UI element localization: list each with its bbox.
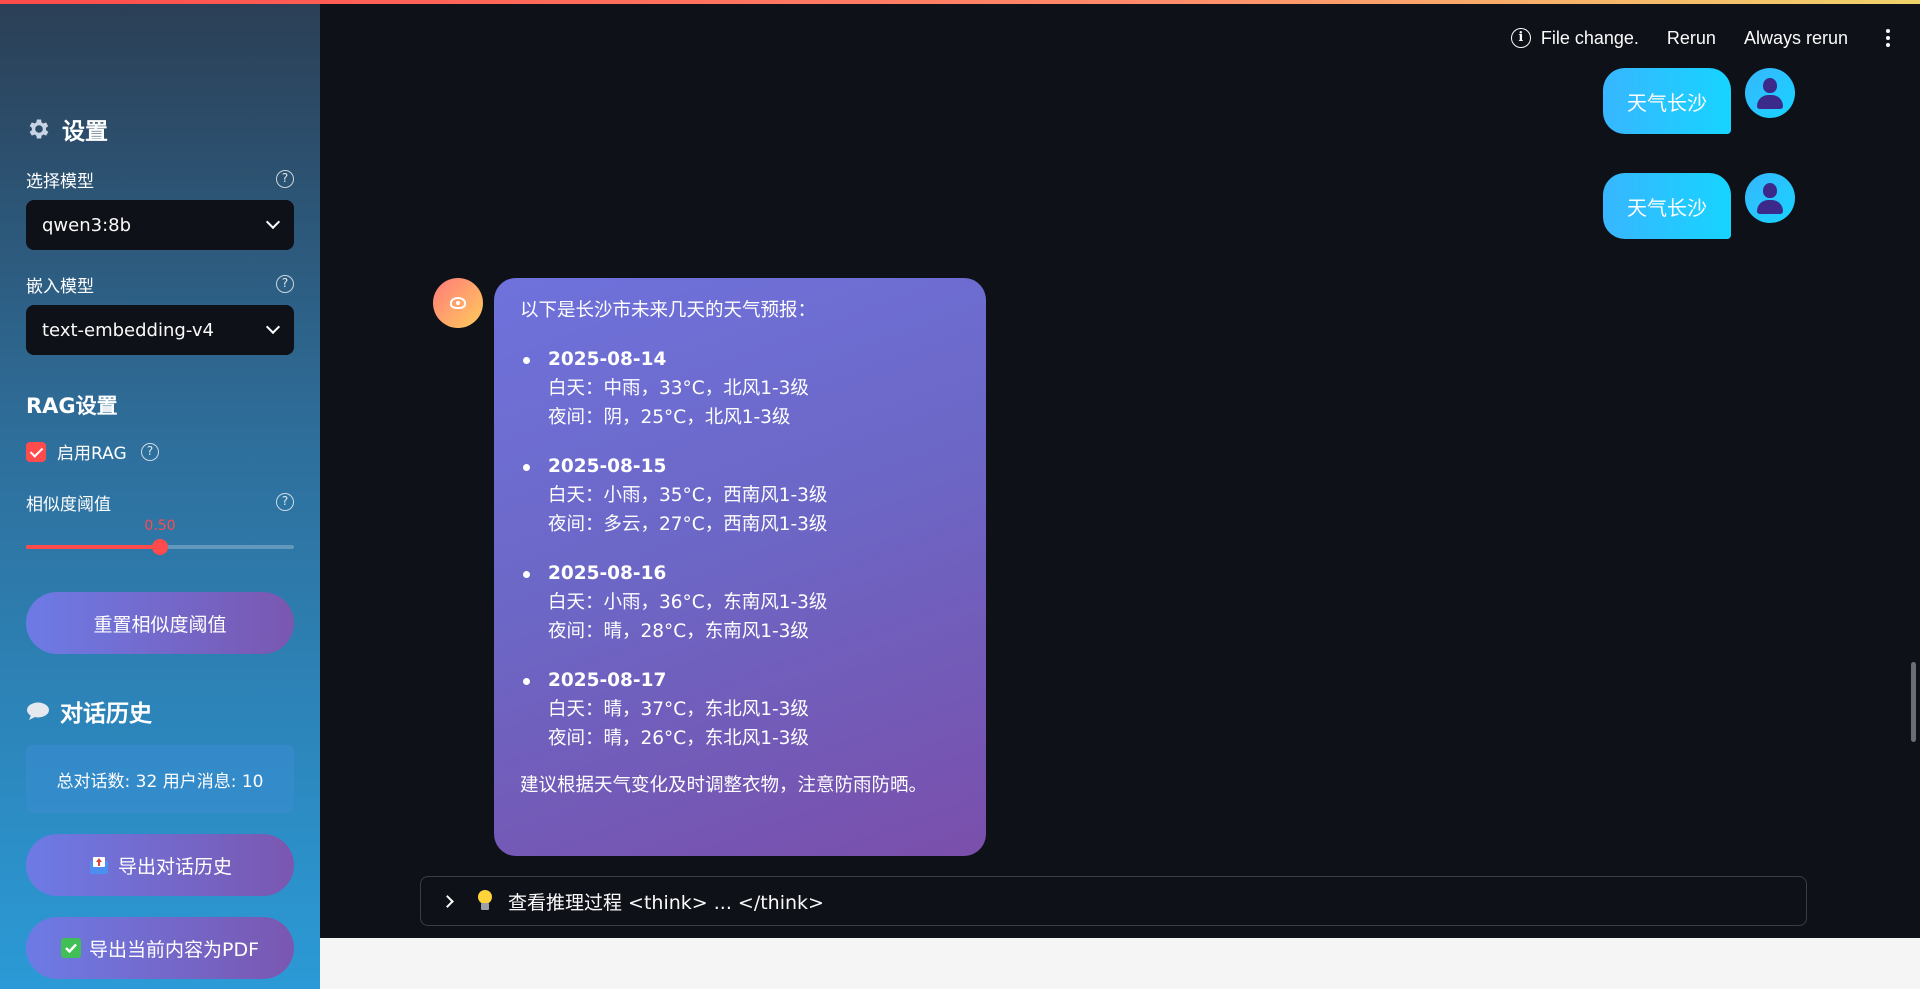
model-label: 选择模型 bbox=[26, 172, 94, 192]
chat-input-area bbox=[320, 938, 1920, 989]
history-stats: 总对话数: 32 用户消息: 10 bbox=[26, 745, 294, 813]
list-item: 2025-08-16 白天：小雨，36°C，东南风1-3级 夜间：晴，28°C，… bbox=[520, 559, 960, 646]
rag-enable-label: 启用RAG bbox=[57, 444, 127, 464]
file-change-status: i File change. bbox=[1510, 28, 1639, 49]
export-history-button[interactable]: 导出对话历史 bbox=[26, 834, 294, 896]
outbox-icon bbox=[89, 857, 108, 874]
user-message: 天气长沙 bbox=[1603, 173, 1731, 239]
embed-label: 嵌入模型 bbox=[26, 277, 94, 297]
chevron-right-icon bbox=[441, 894, 454, 908]
scrollbar[interactable] bbox=[1911, 662, 1916, 742]
user-message: 天气长沙 bbox=[1603, 68, 1731, 134]
always-rerun-button[interactable]: Always rerun bbox=[1744, 28, 1848, 49]
chevron-down-icon bbox=[265, 319, 281, 335]
app-header: i File change. Rerun Always rerun bbox=[320, 4, 1920, 72]
history-title: 对话历史 bbox=[26, 694, 152, 728]
eye-icon bbox=[450, 297, 466, 309]
assistant-message: 以下是长沙市未来几天的天气预报： 2025-08-14 白天：中雨，33°C，北… bbox=[494, 278, 986, 856]
top-decoration-bar bbox=[0, 0, 1920, 4]
light-bulb-icon bbox=[476, 890, 494, 912]
help-icon[interactable]: ? bbox=[276, 170, 294, 188]
list-item: 2025-08-14 白天：中雨，33°C，北风1-3级 夜间：阴，25°C，北… bbox=[520, 345, 960, 432]
threshold-value: 0.50 bbox=[144, 518, 176, 534]
embed-select[interactable]: text-embedding-v4 bbox=[26, 305, 294, 355]
check-mark-icon bbox=[60, 938, 81, 958]
reasoning-expander-label: 查看推理过程 <think> ... </think> bbox=[508, 891, 824, 914]
forecast-list: 2025-08-14 白天：中雨，33°C，北风1-3级 夜间：阴，25°C，北… bbox=[520, 345, 960, 753]
model-select-value: qwen3:8b bbox=[42, 214, 132, 236]
threshold-slider[interactable] bbox=[26, 539, 294, 555]
slider-fill bbox=[26, 545, 160, 549]
help-icon[interactable]: ? bbox=[141, 443, 159, 461]
help-icon[interactable]: ? bbox=[276, 275, 294, 293]
user-avatar bbox=[1745, 68, 1795, 118]
model-select[interactable]: qwen3:8b bbox=[26, 200, 294, 250]
threshold-label: 相似度阈值 bbox=[26, 495, 111, 515]
settings-title: 设置 bbox=[26, 112, 108, 146]
export-pdf-button[interactable]: 导出当前内容为PDF bbox=[26, 917, 294, 979]
assistant-intro: 以下是长沙市未来几天的天气预报： bbox=[520, 300, 817, 321]
list-item: 2025-08-17 白天：晴，37°C，东北风1-3级 夜间：晴，26°C，东… bbox=[520, 666, 960, 753]
rag-title: RAG设置 bbox=[26, 394, 118, 418]
list-item: 2025-08-15 白天：小雨，35°C，西南风1-3级 夜间：多云，27°C… bbox=[520, 452, 960, 539]
embed-select-value: text-embedding-v4 bbox=[42, 319, 214, 341]
bot-avatar bbox=[433, 278, 483, 328]
reasoning-expander[interactable]: 查看推理过程 <think> ... </think> bbox=[420, 876, 1807, 926]
assistant-outro: 建议根据天气变化及时调整衣物，注意防雨防晒。 bbox=[520, 775, 928, 796]
help-icon[interactable]: ? bbox=[276, 493, 294, 511]
sidebar: 设置 选择模型 ? qwen3:8b 嵌入模型 ? text-embedding… bbox=[0, 0, 320, 989]
info-icon: i bbox=[1510, 28, 1531, 48]
user-avatar bbox=[1745, 173, 1795, 223]
gear-icon bbox=[29, 119, 49, 139]
main-menu-icon[interactable] bbox=[1886, 29, 1890, 47]
slider-handle[interactable] bbox=[152, 539, 168, 555]
rag-enable-checkbox[interactable] bbox=[26, 442, 46, 462]
reset-threshold-button[interactable]: 重置相似度阈值 bbox=[26, 592, 294, 654]
rerun-button[interactable]: Rerun bbox=[1667, 28, 1716, 49]
chevron-down-icon bbox=[265, 214, 281, 230]
speech-bubble-icon bbox=[27, 702, 49, 720]
